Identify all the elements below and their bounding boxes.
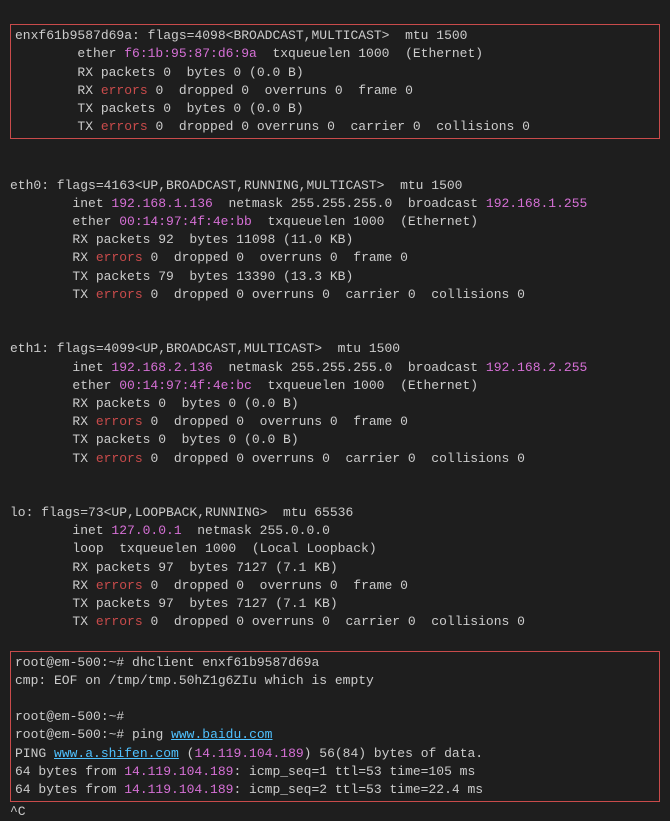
inet-pre: inet (10, 523, 111, 538)
errors-word: errors (96, 414, 143, 429)
ether-rest: txqueuelen 1000 (Ethernet) (252, 378, 478, 393)
ping-reply-rest: : icmp_seq=1 ttl=53 time=105 ms (233, 764, 475, 779)
errors-word: errors (101, 119, 148, 134)
iface-block-lo: lo: flags=73<UP,LOOPBACK,RUNNING> mtu 65… (10, 486, 660, 632)
rx-err-rest: 0 dropped 0 overruns 0 frame 0 (148, 83, 413, 98)
ether-pre: ether (10, 214, 119, 229)
ether-label: ether (15, 46, 124, 61)
errors-word: errors (96, 287, 143, 302)
errors-word: errors (96, 250, 143, 265)
ping-reply-pre: 64 bytes from (15, 764, 124, 779)
iface-block-eth1: eth1: flags=4099<UP,BROADCAST,MULTICAST>… (10, 322, 660, 468)
rx-packets: RX packets 92 bytes 11098 (11.0 KB) (10, 232, 353, 247)
iface-header: eth1: flags=4099<UP,BROADCAST,MULTICAST>… (10, 341, 400, 356)
ctrl-c: ^C (10, 804, 26, 819)
prompt-host: root@em-500 (15, 727, 101, 742)
ping-header-pre: PING (15, 746, 54, 761)
paren: ( (179, 746, 195, 761)
broadcast-ip: 192.168.2.255 (486, 360, 587, 375)
highlight-box-iface1: enxf61b9587d69a: flags=4098<BROADCAST,MU… (10, 24, 660, 139)
reply-ip: 14.119.104.189 (124, 764, 233, 779)
prompt-tilde: :~# (101, 655, 132, 670)
ping-reply-pre: 64 bytes from (15, 782, 124, 797)
errors-word: errors (96, 578, 143, 593)
rx-err-pre: RX (10, 414, 96, 429)
tx-err-pre: TX (10, 614, 96, 629)
iface-header: eth0: flags=4163<UP,BROADCAST,RUNNING,MU… (10, 178, 462, 193)
resolved-host[interactable]: www.a.shifen.com (54, 746, 179, 761)
errors-word: errors (96, 614, 143, 629)
errors-word: errors (101, 83, 148, 98)
tx-err-rest: 0 dropped 0 overruns 0 carrier 0 collisi… (143, 451, 525, 466)
iface-block-eth0: eth0: flags=4163<UP,BROADCAST,RUNNING,MU… (10, 159, 660, 305)
rx-err-pre: RX (15, 83, 101, 98)
ether-info: txqueuelen 1000 (Ethernet) (257, 46, 483, 61)
inet-pre: inet (10, 196, 111, 211)
iface-header: lo: flags=73<UP,LOOPBACK,RUNNING> mtu 65… (10, 505, 353, 520)
errors-word: errors (96, 451, 143, 466)
netmask-info: netmask 255.0.0.0 (182, 523, 330, 538)
ether-pre: ether (10, 378, 119, 393)
tx-err-pre: TX (10, 451, 96, 466)
rx-err-pre: RX (10, 578, 96, 593)
tx-packets: TX packets 97 bytes 7127 (7.1 KB) (10, 596, 338, 611)
rx-packets: RX packets 97 bytes 7127 (7.1 KB) (10, 560, 338, 575)
ping-header-rest: ) 56(84) bytes of data. (304, 746, 483, 761)
tx-err-pre: TX (15, 119, 101, 134)
iface-name: enxf61b9587d69a (15, 28, 132, 43)
prompt-host: root@em-500 (15, 709, 101, 724)
loop-info: loop txqueuelen 1000 (Local Loopback) (10, 541, 377, 556)
rx-err-rest: 0 dropped 0 overruns 0 frame 0 (143, 578, 408, 593)
tx-err-pre: TX (10, 287, 96, 302)
prompt-tilde: :~# (101, 709, 132, 724)
prompt-host: root@em-500 (15, 655, 101, 670)
tx-packets: TX packets 0 bytes 0 (0.0 B) (10, 432, 299, 447)
reply-ip: 14.119.104.189 (124, 782, 233, 797)
tx-err-rest: 0 dropped 0 overruns 0 carrier 0 collisi… (143, 287, 525, 302)
mac-address: 00:14:97:4f:4e:bc (119, 378, 252, 393)
inet-pre: inet (10, 360, 111, 375)
ping-reply-rest: : icmp_seq=2 ttl=53 time=22.4 ms (233, 782, 483, 797)
ping-target-host[interactable]: www.baidu.com (171, 727, 272, 742)
tx-err-rest: 0 dropped 0 overruns 0 carrier 0 collisi… (143, 614, 525, 629)
rx-packets: RX packets 0 bytes 0 (0.0 B) (15, 65, 304, 80)
ip-address: 192.168.2.136 (111, 360, 212, 375)
rx-err-rest: 0 dropped 0 overruns 0 frame 0 (143, 414, 408, 429)
terminal-output: enxf61b9587d69a: flags=4098<BROADCAST,MU… (10, 5, 660, 821)
tx-err-rest: 0 dropped 0 overruns 0 carrier 0 collisi… (148, 119, 530, 134)
rx-packets: RX packets 0 bytes 0 (0.0 B) (10, 396, 299, 411)
ping-command[interactable]: ping (132, 727, 171, 742)
rx-err-rest: 0 dropped 0 overruns 0 frame 0 (143, 250, 408, 265)
iface-flags: : flags=4098<BROADCAST,MULTICAST> mtu 15… (132, 28, 467, 43)
rx-err-pre: RX (10, 250, 96, 265)
tx-packets: TX packets 0 bytes 0 (0.0 B) (15, 101, 304, 116)
broadcast-ip: 192.168.1.255 (486, 196, 587, 211)
highlight-box-commands: root@em-500:~# dhclient enxf61b9587d69a … (10, 651, 660, 803)
ether-rest: txqueuelen 1000 (Ethernet) (252, 214, 478, 229)
prompt-tilde: :~# (101, 727, 132, 742)
mac-address: 00:14:97:4f:4e:bb (119, 214, 252, 229)
ip-address: 127.0.0.1 (111, 523, 181, 538)
netmask-info: netmask 255.255.255.0 broadcast (213, 196, 486, 211)
mac-address: f6:1b:95:87:d6:9a (124, 46, 257, 61)
dhclient-command[interactable]: dhclient enxf61b9587d69a (132, 655, 319, 670)
ip-address: 192.168.1.136 (111, 196, 212, 211)
netmask-info: netmask 255.255.255.0 broadcast (213, 360, 486, 375)
resolved-ip: 14.119.104.189 (194, 746, 303, 761)
cmp-output: cmp: EOF on /tmp/tmp.50hZ1g6ZIu which is… (15, 673, 374, 688)
tx-packets: TX packets 79 bytes 13390 (13.3 KB) (10, 269, 353, 284)
